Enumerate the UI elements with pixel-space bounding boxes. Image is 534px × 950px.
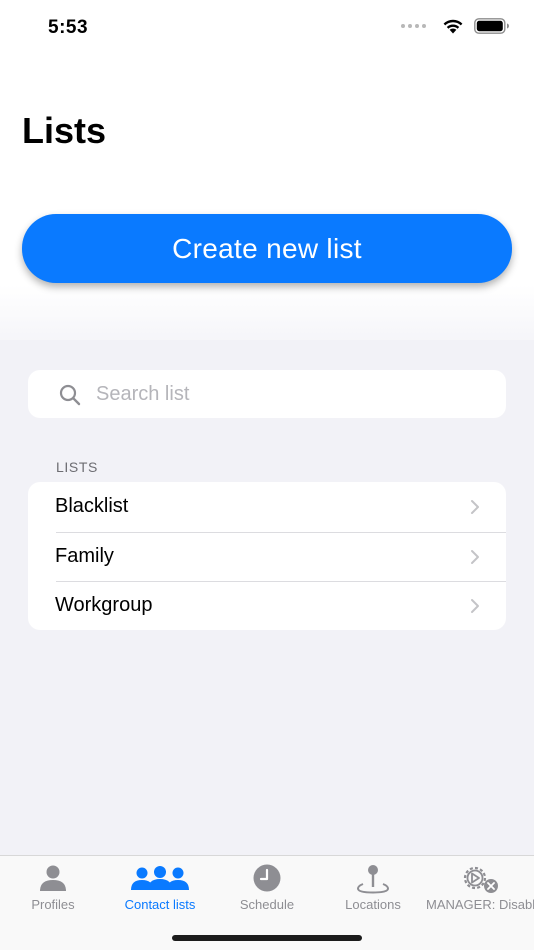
tab-schedule[interactable]: Schedule xyxy=(214,856,320,926)
header-area xyxy=(0,60,534,360)
search-bar[interactable] xyxy=(28,370,506,418)
chevron-right-icon xyxy=(471,500,479,514)
lists-section-header: LISTS xyxy=(56,459,98,475)
tab-contact-lists[interactable]: Contact lists xyxy=(106,856,214,926)
tab-label: Schedule xyxy=(239,897,295,912)
status-indicators xyxy=(401,18,510,34)
chevron-right-icon xyxy=(471,549,479,564)
list-item-family[interactable]: Family xyxy=(28,531,506,582)
location-pin-icon xyxy=(356,865,390,894)
tab-label: MANAGER: Disabled xyxy=(426,897,534,912)
person-icon xyxy=(40,865,66,891)
tab-manager[interactable]: MANAGER: Disabled xyxy=(426,856,534,926)
list-item-workgroup[interactable]: Workgroup xyxy=(28,581,506,630)
group-icon xyxy=(131,866,189,890)
chevron-right-icon xyxy=(471,599,479,613)
search-input[interactable] xyxy=(96,370,496,418)
status-bar: 5:53 xyxy=(0,0,534,60)
search-icon xyxy=(59,384,81,406)
gear-disabled-icon xyxy=(463,866,498,893)
battery-icon xyxy=(474,18,509,34)
tab-profiles[interactable]: Profiles xyxy=(0,856,106,926)
tab-locations[interactable]: Locations xyxy=(320,856,426,926)
tab-label: Profiles xyxy=(31,897,75,912)
page-title: Lists xyxy=(22,110,107,151)
list-item-blacklist[interactable]: Blacklist xyxy=(28,482,506,532)
create-new-list-button[interactable]: Create new list xyxy=(22,214,512,283)
home-indicator xyxy=(172,935,362,941)
clock-icon xyxy=(253,864,281,892)
cellular-signal-icon xyxy=(401,24,426,28)
wifi-icon xyxy=(443,19,463,34)
lists-group: Blacklist Family Workgroup xyxy=(28,482,506,630)
tab-label: Contact lists xyxy=(124,897,196,912)
list-item-label: Family xyxy=(55,544,114,567)
tab-label: Locations xyxy=(345,897,401,912)
list-item-label: Workgroup xyxy=(55,594,153,617)
status-time: 5:53 xyxy=(48,17,89,38)
list-item-label: Blacklist xyxy=(55,495,129,518)
